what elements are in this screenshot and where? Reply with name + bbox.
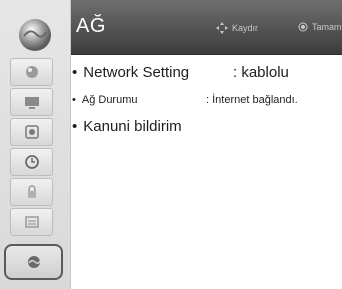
sidebar: [0, 0, 71, 289]
ok-hint-label: Tamam: [312, 22, 342, 32]
network-icon: [27, 256, 41, 268]
sidebar-item-screen[interactable]: [10, 88, 53, 116]
menu-header: AĞ Kaydır Tamam: [70, 0, 342, 55]
ok-button-icon: [298, 22, 308, 32]
sidebar-item-picture[interactable]: [10, 58, 53, 86]
navigate-arrows-icon: [216, 22, 228, 34]
list-item-legal-notice[interactable]: • Kanuni bildirim: [72, 118, 182, 135]
lock-icon: [27, 185, 36, 198]
network-setting-label: Network Setting: [83, 64, 190, 81]
screen-icon: [24, 97, 39, 109]
scroll-hint-label: Kaydır: [232, 23, 259, 33]
sidebar-item-network[interactable]: [4, 244, 63, 280]
options-icon: [24, 216, 39, 228]
tv-menu-screen: AĞ Kaydır Tamam • Network Setting: kabl…: [0, 0, 342, 289]
sidebar-item-options[interactable]: [10, 208, 53, 236]
bullet: •: [72, 94, 76, 106]
network-status-label: Ağ Durumu: [81, 94, 138, 106]
list-item-network-status[interactable]: • Ağ Durumu : İnternet bağlandı.: [72, 94, 298, 106]
bullet: •: [72, 64, 78, 81]
scroll-hint: Kaydır: [216, 22, 258, 34]
sidebar-item-time[interactable]: [10, 148, 53, 176]
network-setting-value: : kablolu: [233, 64, 289, 81]
sidebar-item-lock[interactable]: [10, 178, 53, 206]
page-title: AĞ: [76, 15, 106, 37]
picture-icon: [25, 66, 38, 78]
legal-notice-label: Kanuni bildirim: [83, 118, 182, 135]
sidebar-item-audio[interactable]: [10, 118, 53, 146]
audio-icon: [24, 125, 39, 139]
ok-hint: Tamam: [298, 22, 342, 32]
bullet: •: [72, 118, 78, 135]
list-item-network-setting[interactable]: • Network Setting : kablolu: [72, 64, 289, 81]
clock-icon: [24, 155, 39, 169]
network-globe-icon: [19, 19, 51, 51]
network-status-value: : İnternet bağlandı.: [206, 94, 298, 106]
